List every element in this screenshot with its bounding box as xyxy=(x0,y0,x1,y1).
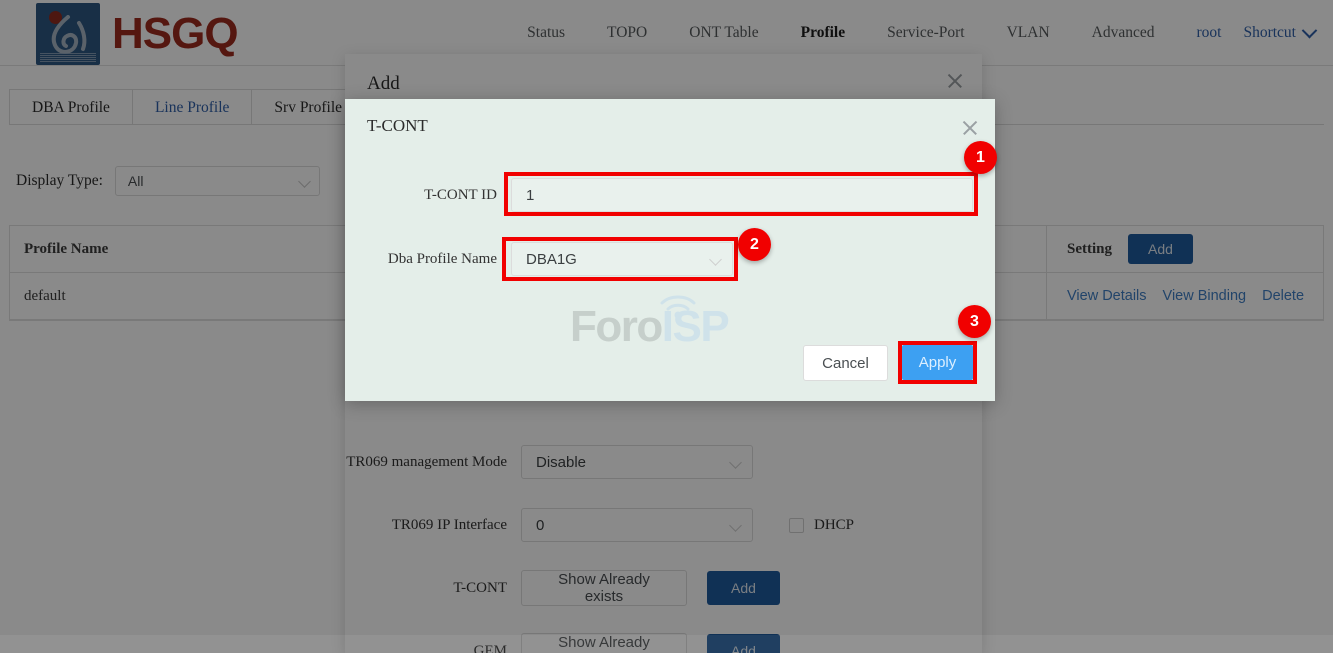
field-label: Dba Profile Name xyxy=(387,250,497,267)
field-value: 1 xyxy=(526,186,535,204)
field-tcont-id: T-CONT ID 1 xyxy=(345,178,995,212)
annotation-badge-2: 2 xyxy=(738,228,771,261)
field-label: T-CONT ID xyxy=(424,186,497,203)
field-value: DBA1G xyxy=(526,250,577,268)
close-icon[interactable] xyxy=(961,119,979,137)
foroisp-watermark: ForoISP xyxy=(570,285,770,349)
dba-profile-name-select[interactable]: DBA1G xyxy=(511,242,733,276)
watermark-text-foro: Foro xyxy=(570,302,663,351)
annotation-badge-1: 1 xyxy=(964,141,997,174)
apply-button[interactable]: Apply xyxy=(902,345,973,380)
chevron-down-icon xyxy=(709,253,722,266)
watermark-text-isp: ISP xyxy=(661,302,730,351)
field-dba-profile-name: Dba Profile Name DBA1G xyxy=(345,242,995,276)
tcont-dialog-title: T-CONT xyxy=(367,116,428,135)
tcont-id-input[interactable]: 1 xyxy=(511,178,973,212)
tcont-dialog: T-CONT ForoISP T-CONT ID 1 Dba Profile N… xyxy=(345,99,995,401)
app-window: HSGQ Status TOPO ONT Table Profile Servi… xyxy=(0,0,1333,653)
annotation-badge-3: 3 xyxy=(958,305,991,338)
page-footer-strip xyxy=(0,635,1333,653)
watermark-antenna-icon xyxy=(660,295,696,319)
cancel-button[interactable]: Cancel xyxy=(803,345,888,381)
